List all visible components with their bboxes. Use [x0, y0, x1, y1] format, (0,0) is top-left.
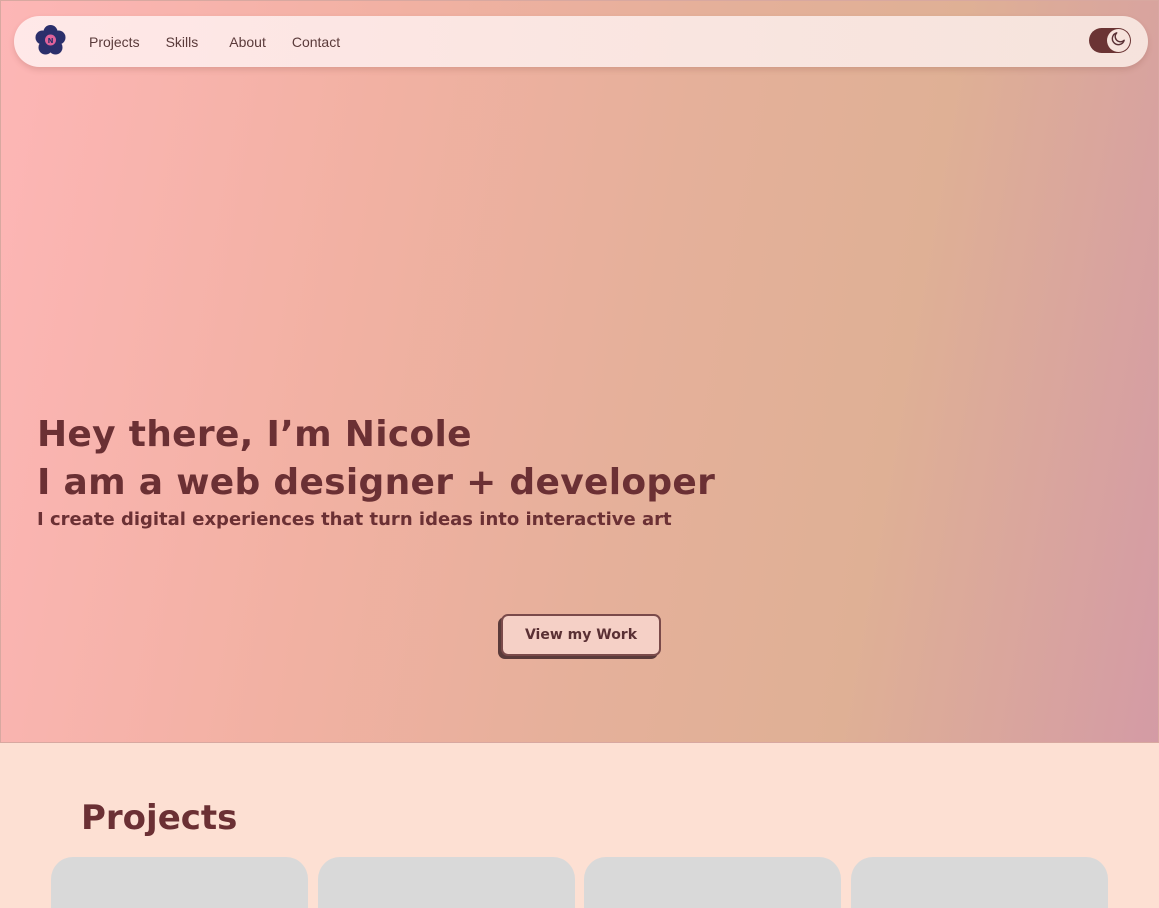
- hero-subtitle: I create digital experiences that turn i…: [37, 509, 672, 530]
- navbar: N Projects Skills About Contact: [14, 16, 1148, 67]
- hero-greeting: Hey there, I’m Nicole: [37, 414, 472, 455]
- projects-title: Projects: [81, 798, 238, 838]
- nav-link-skills[interactable]: Skills: [166, 34, 199, 50]
- project-cards: [51, 857, 1111, 908]
- project-card[interactable]: [318, 857, 575, 908]
- nav-link-projects[interactable]: Projects: [89, 34, 140, 50]
- nav-links: Projects Skills About Contact: [89, 16, 366, 67]
- project-card[interactable]: [51, 857, 308, 908]
- nav-link-about[interactable]: About: [229, 34, 266, 50]
- project-card[interactable]: [851, 857, 1108, 908]
- theme-toggle-knob: [1107, 29, 1130, 52]
- nav-link-contact[interactable]: Contact: [292, 34, 340, 50]
- moon-icon: [1110, 30, 1127, 51]
- hero-text: Hey there, I’m Nicole I am a web designe…: [37, 411, 715, 533]
- flower-logo-icon[interactable]: N: [34, 24, 67, 57]
- view-work-button[interactable]: View my Work: [501, 614, 661, 656]
- theme-toggle[interactable]: [1089, 28, 1131, 53]
- hero-role: I am a web designer + developer: [37, 462, 716, 503]
- hero-section: N Projects Skills About Contact Hey ther…: [0, 0, 1159, 743]
- logo-letter: N: [48, 37, 54, 45]
- project-card[interactable]: [584, 857, 841, 908]
